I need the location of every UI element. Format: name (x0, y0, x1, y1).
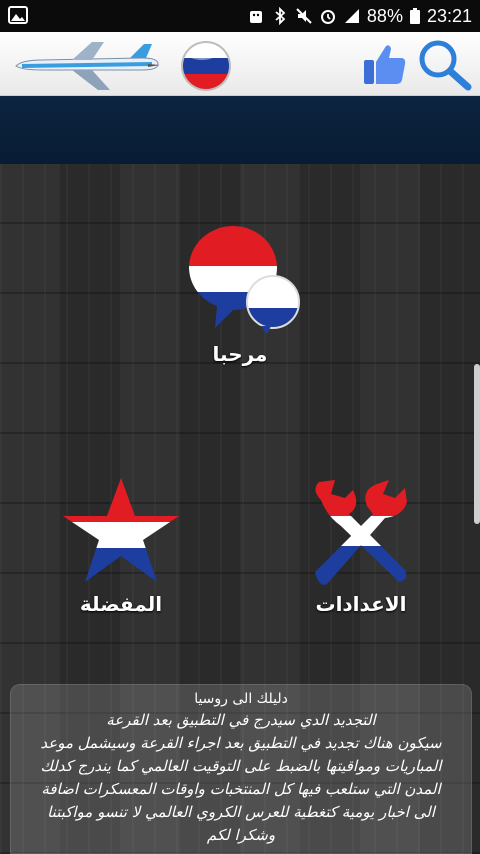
welcome-label: مرحبا (212, 342, 268, 366)
thumbs-up-icon[interactable] (360, 40, 408, 88)
clock: 23:21 (426, 5, 472, 26)
info-line: المدن التي ستلعب فيها كل المنتخبات واوقا… (41, 780, 441, 798)
gallery-icon (8, 6, 28, 24)
star-icon (63, 478, 179, 582)
welcome-tile[interactable]: مرحبا (170, 226, 310, 366)
favorites-tile[interactable]: المفضلة (56, 476, 186, 616)
battery-icon (409, 8, 420, 24)
info-line: التجديد الدي سيدرج في التطبيق بعد القرعة (106, 711, 376, 729)
info-line: وشكرا لكم (206, 826, 276, 844)
russia-flag-icon[interactable] (180, 40, 232, 92)
favorites-label: المفضلة (79, 592, 163, 616)
info-line: المباريات ومواقيتها بالضبط على التوقيت ا… (40, 757, 442, 775)
airplane-logo (15, 42, 160, 90)
mute-icon (296, 8, 312, 24)
search-icon[interactable] (416, 38, 474, 92)
signal-icon (344, 9, 359, 23)
battery-percent: 88% (366, 5, 403, 26)
info-panel: دليلك الى روسيا التجديد الدي سيدرج في ال… (10, 684, 472, 854)
settings-label: الاعدادات (315, 592, 407, 616)
alarm-icon (320, 10, 335, 24)
android-icon (249, 11, 262, 23)
bluetooth-icon (275, 7, 286, 25)
info-title: دليلك الى روسيا (194, 691, 288, 707)
header-banner (0, 96, 480, 164)
info-line: سيكون هناك تجديد في التطبيق بعد اجراء ال… (40, 734, 442, 752)
tools-icon (315, 480, 407, 585)
info-line: الى اخبار يومية كتغطية للعرس الكروي العا… (47, 803, 435, 821)
scrollbar[interactable] (474, 364, 480, 524)
status-bar: 88% 23:21 (0, 0, 480, 32)
settings-tile[interactable]: الاعدادات (296, 476, 426, 616)
chat-bubbles-icon (189, 226, 300, 334)
app-bar (0, 32, 480, 96)
